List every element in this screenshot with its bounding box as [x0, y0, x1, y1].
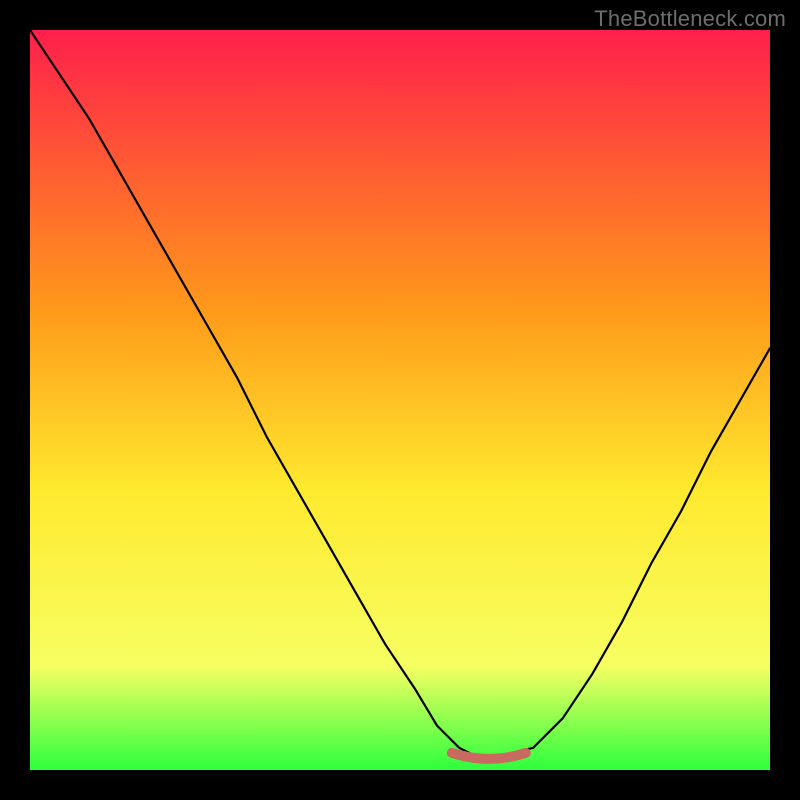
chart-frame: TheBottleneck.com — [0, 0, 800, 800]
plot-area — [30, 30, 770, 770]
chart-svg — [30, 30, 770, 770]
gradient-background — [30, 30, 770, 770]
watermark-label: TheBottleneck.com — [594, 6, 786, 32]
